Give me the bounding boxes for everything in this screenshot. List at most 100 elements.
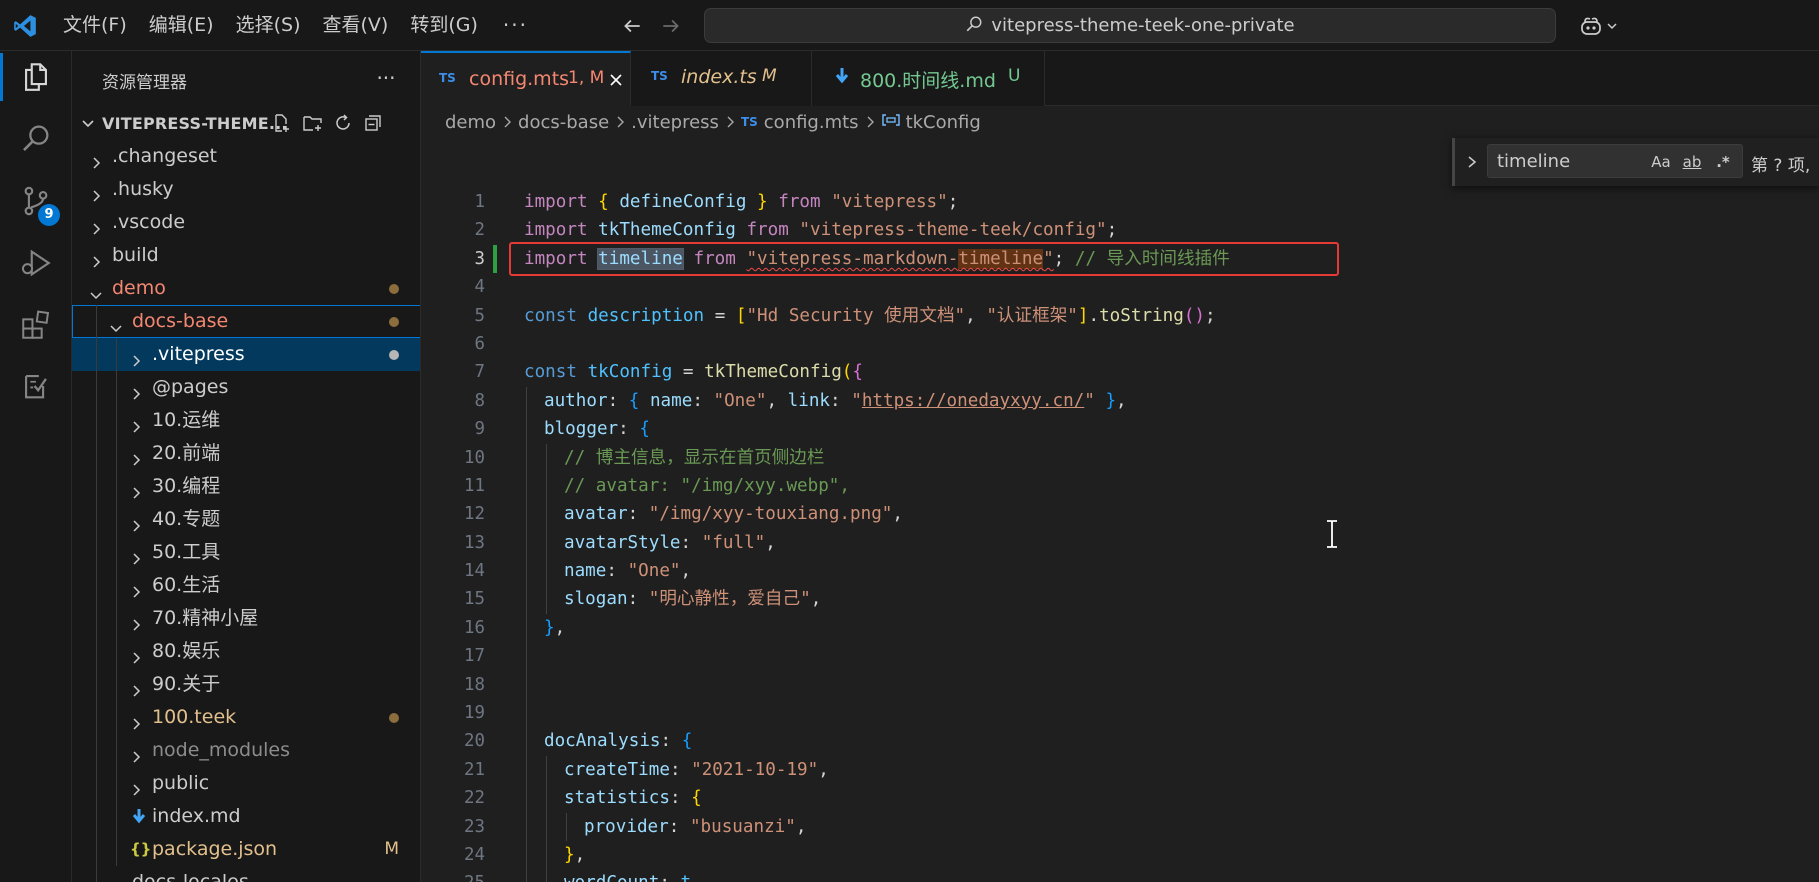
use-regex-icon[interactable]: .* — [1710, 150, 1736, 174]
tree-folder-item[interactable]: .changeset — [72, 140, 420, 173]
chevron-down-icon — [88, 281, 104, 300]
git-status-badge: M — [384, 839, 399, 859]
tree-file-item[interactable]: index.md — [72, 800, 420, 833]
tree-item-label: 60.生活 — [152, 574, 221, 596]
test-flask-icon[interactable] — [0, 356, 72, 416]
chevron-right-icon — [128, 347, 144, 367]
tree-item-label: 100.teek — [152, 706, 237, 728]
tree-folder-item[interactable]: build — [72, 239, 420, 272]
tree-folder-item[interactable]: 80.娱乐 — [72, 635, 420, 668]
line-number: 20 — [464, 731, 485, 752]
tree-folder-item[interactable]: 40.专题 — [72, 503, 420, 536]
new-file-icon[interactable] — [268, 110, 294, 136]
code-line: 16}, — [421, 613, 1819, 643]
breadcrumb: demo docs-base .vitepress TS config.mts … — [421, 106, 1819, 138]
line-number: 9 — [474, 419, 485, 440]
tree-folder-item[interactable]: node_modules — [72, 734, 420, 767]
modified-dot-icon — [389, 713, 399, 723]
line-number: 22 — [464, 788, 485, 809]
tree-folder-item[interactable]: .husky — [72, 173, 420, 206]
tree-folder-item[interactable]: 100.teek — [72, 701, 420, 734]
more-actions-icon[interactable]: ··· — [371, 63, 401, 93]
tree-folder-item[interactable]: 90.关于 — [72, 668, 420, 701]
menu-file[interactable]: 文件(F) — [52, 0, 138, 51]
explorer-icon[interactable] — [0, 47, 72, 107]
new-folder-icon[interactable] — [300, 110, 326, 136]
search-icon[interactable] — [0, 108, 72, 168]
menu-more-icon[interactable]: ··· — [489, 0, 542, 51]
tree-item-label: docs-locales — [132, 871, 249, 882]
tab-status: U — [1008, 66, 1021, 86]
tree-folder-item[interactable]: 60.生活 — [72, 569, 420, 602]
toggle-replace-chevron-icon[interactable] — [1461, 150, 1483, 174]
run-debug-icon[interactable] — [0, 233, 72, 293]
tree-item-label: docs-base — [132, 310, 229, 332]
breadcrumb-demo[interactable]: demo — [445, 112, 496, 133]
tab-timeline-md[interactable]: 800.时间线.md U — [812, 51, 1045, 106]
code-line: 21 createTime: "2021-10-19", — [421, 755, 1819, 785]
code-line: 10// 博主信息，显示在首页侧边栏 — [421, 443, 1819, 472]
refresh-icon[interactable] — [330, 110, 356, 136]
tree-item-label: package.json — [152, 838, 278, 860]
workspace-folder-header[interactable]: VITEPRESS-THEME... — [72, 107, 420, 140]
source-control-icon[interactable]: 9 — [0, 171, 72, 231]
tree-folder-item[interactable]: @pages — [72, 371, 420, 404]
line-number: 19 — [464, 703, 485, 724]
search-icon — [965, 15, 983, 37]
close-icon[interactable] — [605, 69, 627, 91]
match-case-icon[interactable]: Aa — [1648, 150, 1674, 174]
find-input[interactable]: timeline Aa ab .* — [1487, 144, 1743, 178]
tab-label: config.mts — [469, 68, 570, 90]
breadcrumb-config-mts[interactable]: config.mts — [764, 112, 859, 133]
line-number: 3 — [474, 248, 485, 269]
tree-folder-item[interactable]: 30.编程 — [72, 470, 420, 503]
tree-folder-item[interactable]: 70.精神小屋 — [72, 602, 420, 635]
tree-folder-item[interactable]: docs-locales — [72, 866, 420, 882]
line-number: 17 — [464, 646, 485, 667]
source-control-badge: 9 — [38, 204, 60, 226]
code-line: 8 author: { name: "One", link: "https://o… — [421, 386, 1819, 416]
copilot-icon[interactable] — [1574, 10, 1622, 42]
code-line: 5 const description = ["Hd Security 使用文档"… — [421, 302, 1819, 330]
tree-folder-item[interactable]: docs-base — [72, 305, 420, 338]
breadcrumb-docs-base[interactable]: docs-base — [518, 112, 609, 133]
extensions-icon[interactable] — [0, 295, 72, 355]
arrow-right-icon[interactable] — [657, 12, 685, 40]
tab-status: 1, M — [568, 68, 605, 88]
file-tree: .changeset .husky .vscode build demo docs-bas… — [72, 140, 420, 882]
tree-file-item[interactable]: {} package.json M — [72, 833, 420, 866]
code-lines: 1 import { defineConfig } from "vitepress… — [421, 188, 1819, 882]
menu-edit[interactable]: 编辑(E) — [138, 0, 225, 51]
code-line: 13 avatarStyle: "full", — [421, 528, 1819, 558]
tree-folder-item[interactable]: .vscode — [72, 206, 420, 239]
collapse-all-icon[interactable] — [360, 110, 386, 136]
breadcrumb-vitepress[interactable]: .vitepress — [631, 112, 719, 133]
tree-folder-item[interactable]: 50.工具 — [72, 536, 420, 569]
menu-selection[interactable]: 选择(S) — [225, 0, 312, 51]
tree-folder-item[interactable]: 20.前端 — [72, 437, 420, 470]
menu-go[interactable]: 转到(G) — [399, 0, 489, 51]
arrow-left-icon[interactable] — [618, 12, 646, 40]
typescript-icon: TS — [651, 69, 668, 83]
line-number: 4 — [474, 277, 485, 298]
tree-folder-item[interactable]: .vitepress — [72, 338, 420, 371]
line-number: 10 — [464, 447, 485, 468]
match-whole-word-icon[interactable]: ab — [1678, 150, 1706, 174]
tree-folder-item[interactable]: demo — [72, 272, 420, 305]
menu-view[interactable]: 查看(V) — [312, 0, 400, 51]
tab-index-ts[interactable]: TS index.ts M — [631, 51, 812, 106]
modified-dot-icon — [389, 350, 399, 360]
code-line: 2 import tkThemeConfig from "vitepress-th… — [421, 216, 1819, 244]
chevron-right-icon — [128, 677, 144, 697]
explorer-sidebar: 资源管理器 ··· VITEPRESS-THEME... .changeset.… — [72, 51, 421, 882]
code-editor[interactable]: 1 import { defineConfig } from "vitepress… — [421, 138, 1819, 882]
typescript-icon: TS — [740, 115, 758, 129]
chevron-right-icon — [108, 875, 124, 882]
tree-folder-item[interactable]: public — [72, 767, 420, 800]
tree-folder-item[interactable]: 10.运维 — [72, 404, 420, 437]
code-line: 17 — [421, 642, 1819, 671]
breadcrumb-tkconfig[interactable]: tkConfig — [906, 112, 981, 133]
chevron-right-icon — [128, 743, 144, 763]
command-center-search[interactable]: vitepress-theme-teek-one-private — [704, 8, 1556, 43]
tab-config-mts[interactable]: TS config.mts 1, M — [421, 51, 631, 106]
